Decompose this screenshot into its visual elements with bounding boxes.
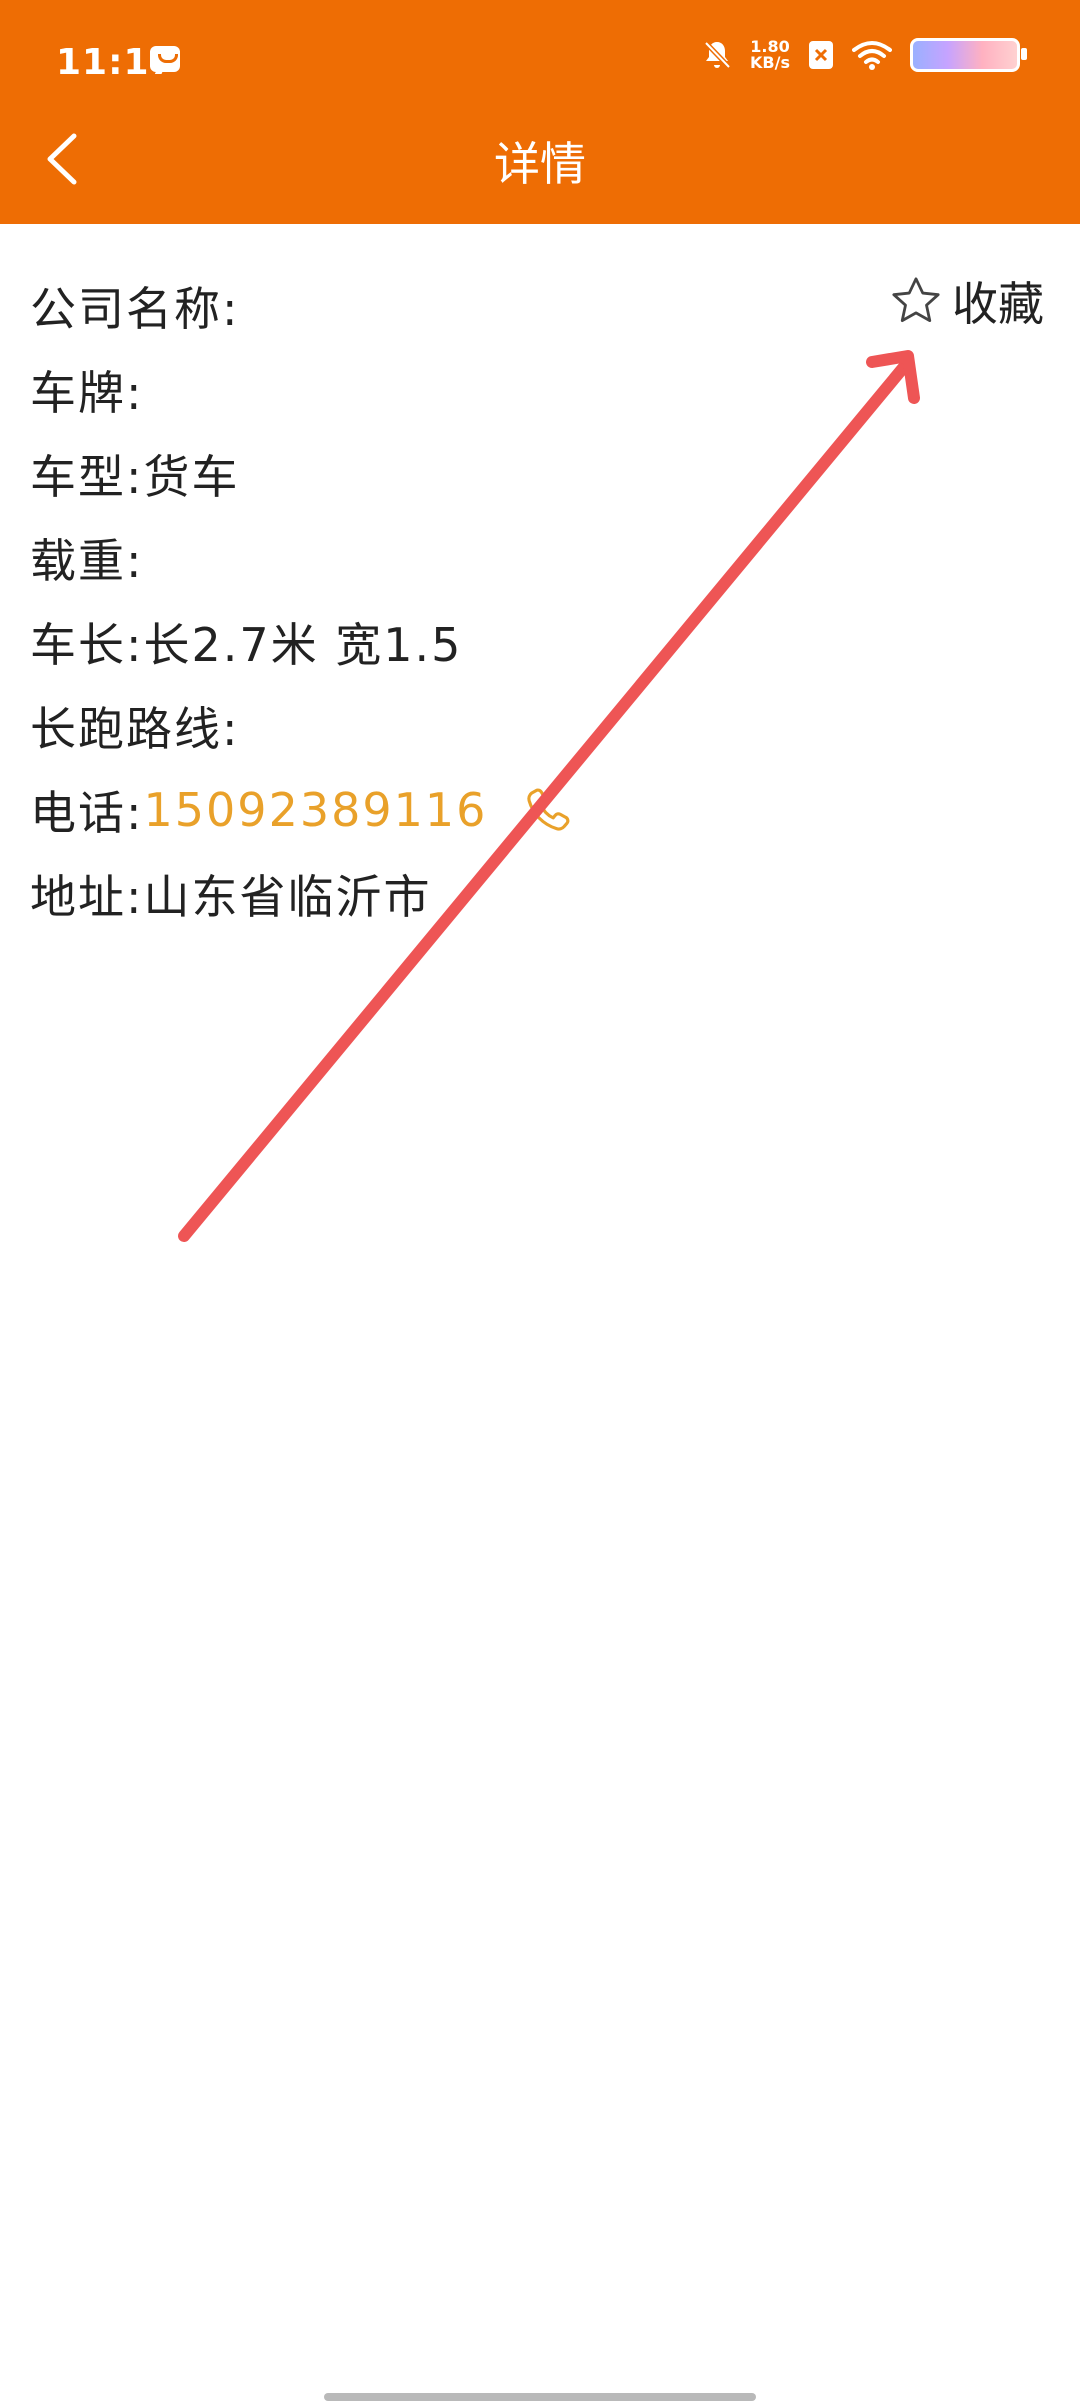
page-title: 详情 (494, 137, 586, 191)
no-sim-icon (809, 41, 833, 69)
network-speed-unit: KB/s (750, 53, 790, 72)
plate-label: 车牌: (30, 366, 144, 420)
company-row: 公司名称: (30, 264, 575, 348)
phone-row: 电话: 15092389116 (30, 768, 575, 852)
battery-icon (910, 38, 1027, 72)
mute-bell-icon (704, 41, 731, 69)
status-icons: 1.80 KB/s (702, 38, 1027, 72)
phone-icon[interactable] (521, 783, 575, 837)
wifi-icon (852, 41, 892, 70)
route-label: 长跑路线: (30, 702, 240, 756)
message-notification-icon (150, 46, 180, 72)
length-value: 长2.7米 宽1.5 (143, 618, 463, 672)
favorite-button[interactable]: 收藏 (888, 268, 1044, 334)
load-row: 载重: (30, 516, 575, 600)
phone-label: 电话: (30, 786, 144, 840)
vehicle-type-row: 车型: 货车 (30, 432, 575, 516)
company-label: 公司名称: (30, 282, 240, 336)
route-row: 长跑路线: (30, 684, 575, 768)
star-outline-icon (892, 277, 940, 322)
app-header: 11:17 1.80 KB/s 详情 (0, 0, 1080, 224)
phone-number-link[interactable]: 15092389116 (144, 783, 488, 837)
favorite-label: 收藏 (952, 277, 1044, 331)
address-label: 地址: (30, 870, 144, 924)
plate-row: 车牌: (30, 348, 575, 432)
network-speed: 1.80 KB/s (750, 39, 790, 71)
home-indicator[interactable] (324, 2393, 756, 2401)
vehicle-type-value: 货车 (143, 450, 240, 504)
address-value: 山东省临沂市 (143, 870, 432, 924)
load-label: 载重: (30, 534, 144, 588)
vehicle-details: 公司名称: 车牌: 车型: 货车 载重: 车长: 长2.7米 宽1.5 长跑路线… (30, 264, 575, 936)
details-page: 11:17 1.80 KB/s 详情 收藏 公司名称: 车牌: 车型: 货车 载… (0, 0, 1080, 2408)
address-row: 地址: 山东省临沂市 (30, 852, 575, 936)
length-row: 车长: 长2.7米 宽1.5 (30, 600, 575, 684)
vehicle-type-label: 车型: (30, 450, 144, 504)
length-label: 车长: (30, 618, 144, 672)
